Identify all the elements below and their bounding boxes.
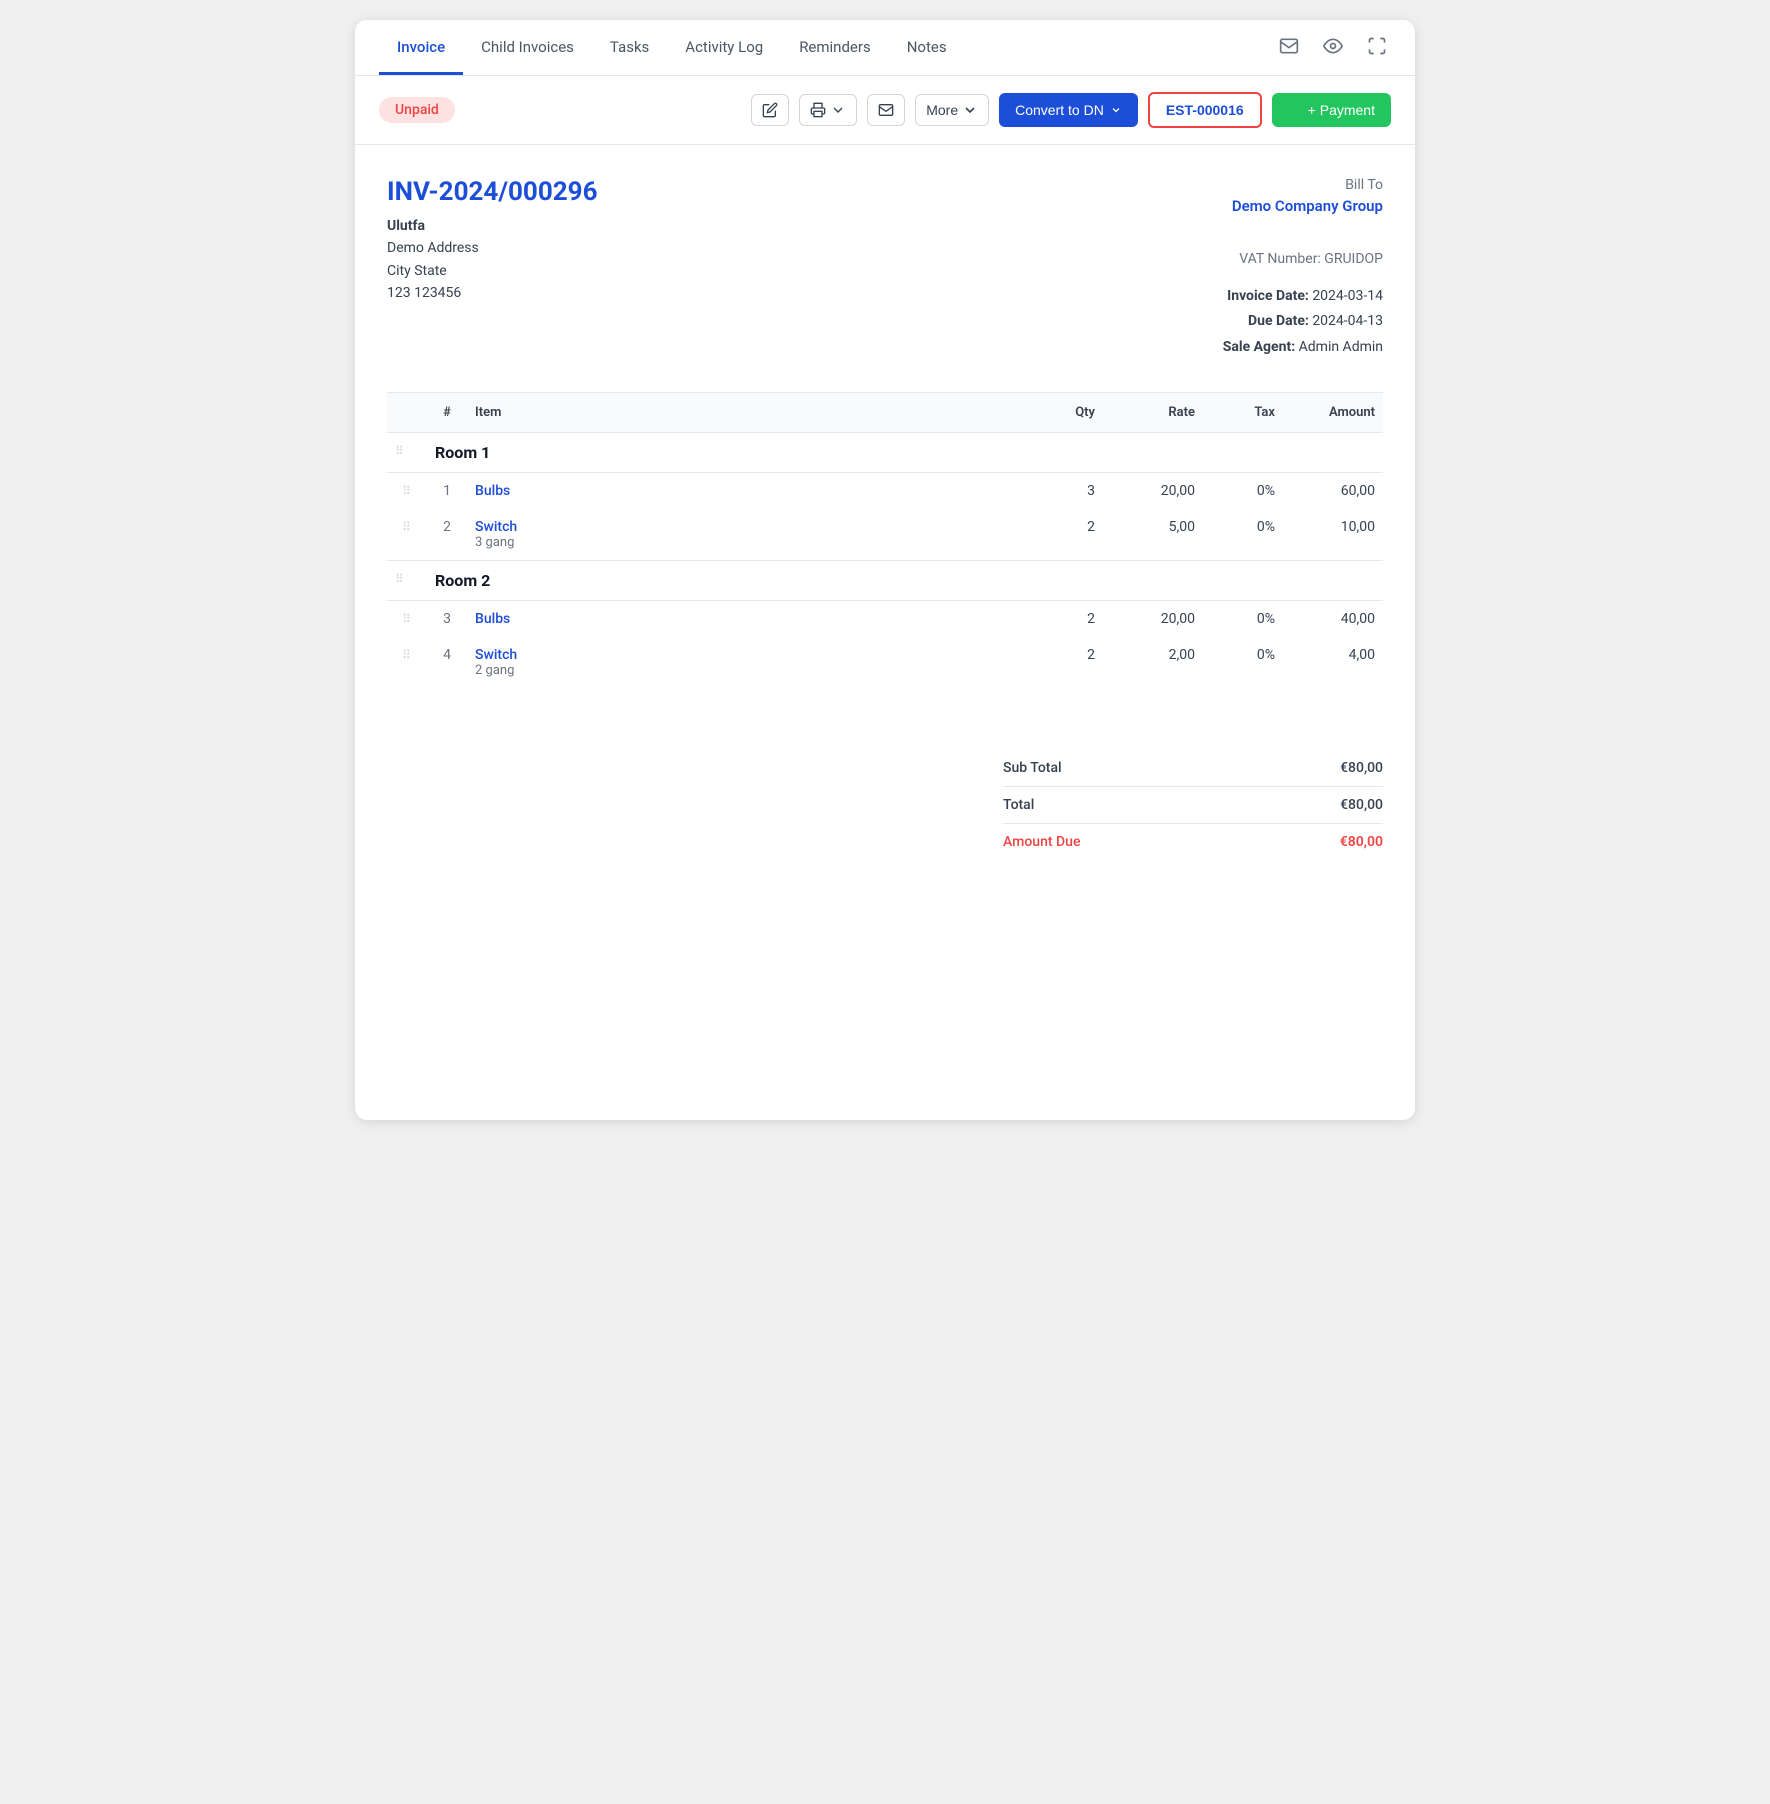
due-date: Due Date: 2024-04-13 [1223,309,1383,334]
col-tax: Tax [1203,392,1283,432]
invoice-dates: Invoice Date: 2024-03-14 Due Date: 2024-… [1223,284,1383,360]
col-drag [387,392,427,432]
tab-action-icons [1275,32,1391,64]
invoice-from-section: INV-2024/000296 Ulutfa Demo Address City… [387,177,598,305]
col-num: # [427,392,467,432]
col-rate: Rate [1103,392,1203,432]
subtotal-label: Sub Total [1003,760,1062,776]
amount-due-value: €80,00 [1340,834,1383,850]
section-title-room2: Room 2 [435,571,490,590]
table-row: ⠿ 3 Bulbs 2 20,00 0% 40,00 [387,600,1383,637]
sale-agent: Sale Agent: Admin Admin [1223,335,1383,360]
tab-bar: Invoice Child Invoices Tasks Activity Lo… [355,20,1415,76]
total-row: Total €80,00 [1003,787,1383,824]
drag-handle[interactable]: ⠿ [402,484,412,498]
item-name[interactable]: Bulbs [475,483,510,499]
invoice-meta: VAT Number: GRUIDOP Invoice Date: 2024-0… [1223,247,1383,360]
eye-icon-button[interactable] [1319,32,1347,60]
tab-child-invoices[interactable]: Child Invoices [463,20,592,75]
drag-handle[interactable]: ⠿ [395,572,405,586]
print-button[interactable] [799,94,857,126]
amount-due-label: Amount Due [1003,834,1080,850]
item-desc: 2 gang [475,663,1015,678]
tab-activity-log[interactable]: Activity Log [667,20,781,75]
section-room1: ⠿ Room 1 [387,432,1383,472]
invoice-address: Ulutfa Demo Address City State 123 12345… [387,215,598,305]
col-item: Item [467,392,1023,432]
table-row: ⠿ 4 Switch 2 gang 2 2,00 0% 4,00 [387,637,1383,688]
col-qty: Qty [1023,392,1103,432]
tab-reminders[interactable]: Reminders [781,20,889,75]
expand-icon-button[interactable] [1363,32,1391,60]
email-icon-button[interactable] [1275,32,1303,60]
subtotal-value: €80,00 [1340,760,1383,776]
toolbar: Unpaid More [355,76,1415,145]
vat-number: VAT Number: GRUIDOP [1223,247,1383,272]
convert-to-dn-button[interactable]: Convert to DN [999,93,1138,127]
item-name[interactable]: Switch [475,647,1015,663]
bill-to-company[interactable]: Demo Company Group [1223,197,1383,215]
drag-handle[interactable]: ⠿ [402,520,412,534]
email-action-button[interactable] [867,94,905,126]
address-line3: 123 123456 [387,282,598,304]
total-value: €80,00 [1340,797,1383,813]
spacer-row [387,688,1383,718]
item-name[interactable]: Switch [475,519,1015,535]
address-line1: Demo Address [387,237,598,259]
totals-table: Sub Total €80,00 Total €80,00 Amount Due… [1003,750,1383,860]
total-label: Total [1003,797,1034,813]
status-badge: Unpaid [379,97,455,123]
invoice-body: INV-2024/000296 Ulutfa Demo Address City… [355,145,1415,900]
section-title-room1: Room 1 [435,443,490,462]
more-button[interactable]: More [915,94,989,126]
invoice-number: INV-2024/000296 [387,177,598,207]
invoice-header: INV-2024/000296 Ulutfa Demo Address City… [387,177,1383,360]
drag-handle[interactable]: ⠿ [402,648,412,662]
table-row: ⠿ 2 Switch 3 gang 2 5,00 0% 10,00 [387,509,1383,561]
item-desc: 3 gang [475,535,1015,550]
add-payment-button[interactable]: + Payment [1272,93,1391,127]
amount-due-row: Amount Due €80,00 [1003,824,1383,860]
totals-section: Sub Total €80,00 Total €80,00 Amount Due… [387,750,1383,860]
invoice-date: Invoice Date: 2024-03-14 [1223,284,1383,309]
address-line2: City State [387,260,598,282]
bill-to-label: Bill To [1223,177,1383,193]
bill-to-section: Bill To Demo Company Group VAT Number: G… [1223,177,1383,360]
tab-invoice[interactable]: Invoice [379,20,463,75]
item-name[interactable]: Bulbs [475,611,510,627]
section-room2: ⠿ Room 2 [387,560,1383,600]
tab-tasks[interactable]: Tasks [592,20,667,75]
edit-button[interactable] [751,94,789,126]
table-row: ⠿ 1 Bulbs 3 20,00 0% 60,00 [387,472,1383,509]
drag-handle[interactable]: ⠿ [402,612,412,626]
subtotal-row: Sub Total €80,00 [1003,750,1383,787]
from-company-name: Ulutfa [387,215,598,237]
invoice-card: Invoice Child Invoices Tasks Activity Lo… [355,20,1415,1120]
drag-handle[interactable]: ⠿ [395,444,405,458]
est-button[interactable]: EST-000016 [1148,92,1262,128]
col-amount: Amount [1283,392,1383,432]
invoice-table: # Item Qty Rate Tax Amount ⠿ Room 1 ⠿ 1 [387,392,1383,718]
tab-notes[interactable]: Notes [889,20,965,75]
